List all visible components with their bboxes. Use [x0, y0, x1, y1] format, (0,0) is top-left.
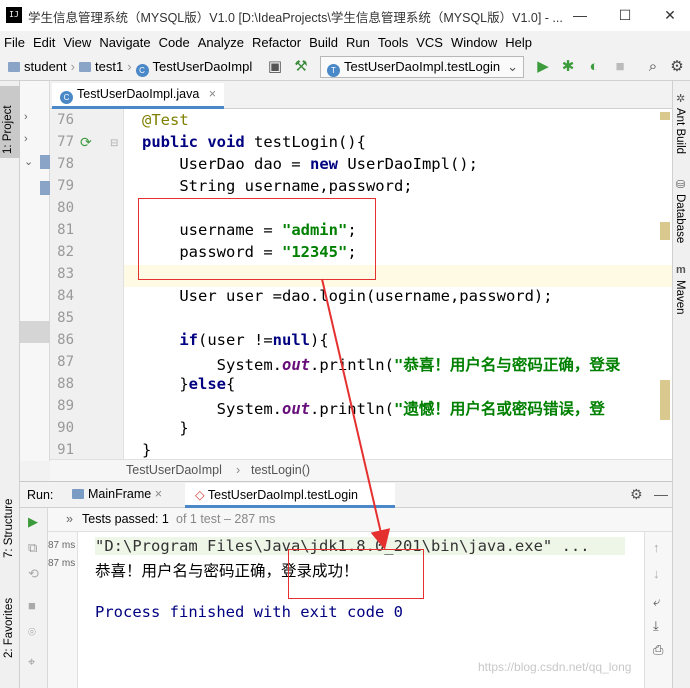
watermark: https://blog.csdn.net/qq_long [478, 660, 632, 674]
annotation-arrow [321, 278, 391, 550]
